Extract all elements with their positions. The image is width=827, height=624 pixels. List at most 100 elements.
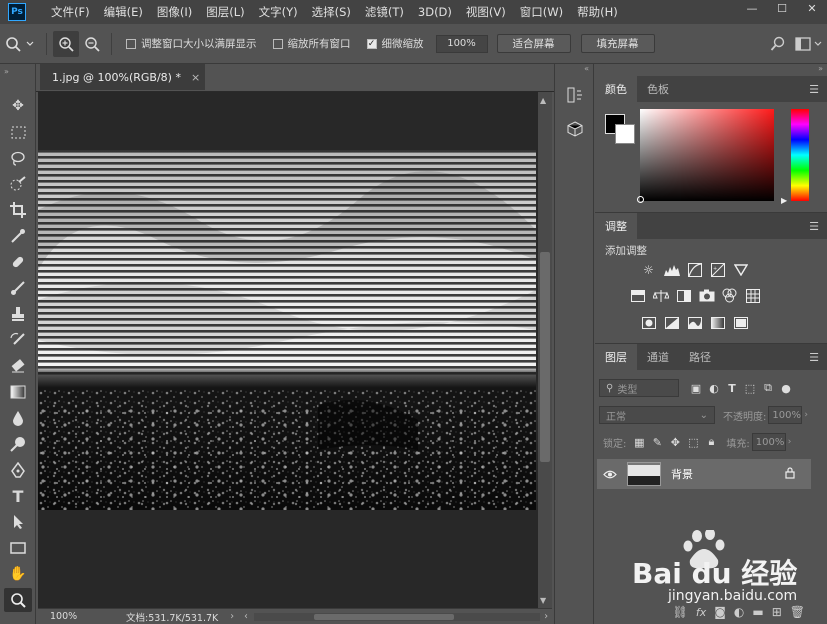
checkbox-checked-box[interactable]: ✓ <box>366 38 377 49</box>
zoom-tool-icon[interactable] <box>4 588 32 612</box>
panel-collapse-icon[interactable]: » <box>818 64 823 73</box>
workspace-switcher-button[interactable] <box>791 31 827 57</box>
history-brush-tool-icon[interactable] <box>4 328 32 352</box>
filter-toggle-icon[interactable]: ● <box>777 379 795 397</box>
history-panel-icon[interactable] <box>562 82 588 108</box>
maximize-button[interactable]: ☐ <box>770 0 794 16</box>
new-adjustment-layer-icon[interactable]: ◐ <box>734 605 744 619</box>
zoom-level[interactable]: 100% <box>50 611 110 622</box>
hand-tool-icon[interactable]: ✋ <box>4 562 32 586</box>
menu-layer[interactable]: 图层(L) <box>199 4 251 20</box>
eyedropper-tool-icon[interactable] <box>4 224 32 248</box>
vibrance-icon[interactable] <box>732 261 749 278</box>
opacity-dropdown-icon[interactable]: › <box>804 410 808 420</box>
levels-icon[interactable] <box>663 261 680 278</box>
tab-layers[interactable]: 图层 <box>595 344 637 370</box>
menu-3d[interactable]: 3D(D) <box>411 5 459 19</box>
blur-tool-icon[interactable] <box>4 406 32 430</box>
layer-style-fx-button[interactable]: fx <box>696 606 706 619</box>
zoom-in-button[interactable] <box>53 30 79 57</box>
status-menu-arrow-icon[interactable]: › <box>230 611 234 622</box>
posterize-icon[interactable] <box>663 314 680 331</box>
minimize-button[interactable]: — <box>740 0 764 16</box>
fill-screen-button[interactable]: 填充屏幕 <box>580 34 655 53</box>
new-group-folder-icon[interactable]: ▬ <box>752 605 763 619</box>
marquee-tool-icon[interactable] <box>4 120 32 144</box>
fit-screen-button[interactable]: 适合屏幕 <box>496 34 571 53</box>
menu-select[interactable]: 选择(S) <box>305 4 358 20</box>
saturation-value-picker[interactable] <box>640 109 774 201</box>
menu-view[interactable]: 视图(V) <box>459 4 513 20</box>
lasso-tool-icon[interactable] <box>4 146 32 170</box>
panel-menu-icon[interactable]: ☰ <box>809 220 819 233</box>
move-tool-icon[interactable]: ✥ <box>4 94 32 118</box>
panel-menu-icon[interactable]: ☰ <box>809 83 819 96</box>
zoom-percent-field[interactable]: 100% <box>435 34 488 53</box>
tab-swatches[interactable]: 色板 <box>637 76 679 102</box>
pen-tool-icon[interactable] <box>4 458 32 482</box>
scroll-up-arrow-icon[interactable]: ▲ <box>540 96 546 105</box>
resize-windows-checkbox[interactable]: 调整窗口大小以满屏显示 <box>126 36 257 51</box>
opacity-field[interactable]: 100% <box>768 406 803 424</box>
close-window-button[interactable]: ✕ <box>800 0 824 16</box>
filter-smart-object-icon[interactable]: ⧉ <box>759 379 777 397</box>
add-mask-icon[interactable]: ◙ <box>714 605 726 619</box>
eraser-tool-icon[interactable] <box>4 354 32 378</box>
layer-filter-select[interactable]: ⚲ 类型 <box>599 379 679 397</box>
document-image[interactable] <box>38 150 536 510</box>
invert-icon[interactable] <box>640 314 657 331</box>
menu-type[interactable]: 文字(Y) <box>252 4 305 20</box>
threshold-icon[interactable] <box>686 314 703 331</box>
tab-channels[interactable]: 通道 <box>637 344 679 370</box>
lock-position-icon[interactable]: ✥ <box>666 433 684 451</box>
photo-filter-icon[interactable] <box>698 287 715 304</box>
healing-brush-tool-icon[interactable] <box>4 250 32 274</box>
layer-row-background[interactable]: 背景 <box>597 459 811 489</box>
lock-image-pixels-icon[interactable]: ✎ <box>648 433 666 451</box>
background-color-swatch[interactable] <box>615 124 635 144</box>
menu-file[interactable]: 文件(F) <box>44 4 97 20</box>
scrubby-zoom-checkbox[interactable]: ✓ 细微缩放 <box>366 36 424 51</box>
panel-menu-icon[interactable]: ☰ <box>809 351 819 364</box>
link-layers-icon[interactable]: ⛓︎ <box>673 605 688 619</box>
curves-icon[interactable] <box>686 261 703 278</box>
zoom-tool-preset-button[interactable] <box>0 31 40 57</box>
type-tool-icon[interactable]: T <box>4 484 32 508</box>
hue-saturation-icon[interactable] <box>629 287 646 304</box>
lock-all-icon[interactable]: 🔒︎ <box>702 433 720 451</box>
horizontal-scrollbar[interactable] <box>253 612 541 621</box>
tab-color[interactable]: 颜色 <box>595 76 637 102</box>
toolbox-collapse-icon[interactable]: » <box>0 64 35 92</box>
brush-tool-icon[interactable] <box>4 276 32 300</box>
gradient-tool-icon[interactable] <box>4 380 32 404</box>
menu-help[interactable]: 帮助(H) <box>570 4 625 20</box>
hue-slider[interactable] <box>791 109 809 201</box>
filter-pixel-layer-icon[interactable]: ▣ <box>687 379 705 397</box>
layer-name[interactable]: 背景 <box>671 466 693 482</box>
color-lookup-icon[interactable] <box>744 287 761 304</box>
layer-lock-icon[interactable] <box>785 466 795 482</box>
horizontal-scrollbar-thumb[interactable] <box>313 613 454 620</box>
document-tab[interactable]: 1.jpg @ 100%(RGB/8) * × <box>40 64 205 90</box>
scroll-right-arrow-icon[interactable]: › <box>544 611 548 622</box>
vertical-scrollbar-thumb[interactable] <box>540 252 550 462</box>
menu-edit[interactable]: 编辑(E) <box>97 4 150 20</box>
zoom-all-windows-checkbox[interactable]: 缩放所有窗口 <box>272 36 351 51</box>
menu-window[interactable]: 窗口(W) <box>513 4 570 20</box>
filter-adjustment-layer-icon[interactable]: ◐ <box>705 379 723 397</box>
black-white-icon[interactable] <box>675 287 692 304</box>
lock-transparent-pixels-icon[interactable]: ▦ <box>630 433 648 451</box>
crop-tool-icon[interactable] <box>4 198 32 222</box>
tab-adjustments[interactable]: 调整 <box>595 213 637 239</box>
channel-mixer-icon[interactable] <box>721 287 738 304</box>
lock-artboard-icon[interactable]: ⬚ <box>684 433 702 451</box>
dock-expand-icon[interactable]: « <box>555 64 593 74</box>
fill-field[interactable]: 100% <box>751 433 786 451</box>
scroll-down-arrow-icon[interactable]: ▼ <box>540 596 546 605</box>
scroll-left-arrow-icon[interactable]: ‹ <box>244 611 248 622</box>
dodge-tool-icon[interactable] <box>4 432 32 456</box>
menu-image[interactable]: 图像(I) <box>150 4 199 20</box>
3d-panel-icon[interactable] <box>562 116 588 142</box>
exposure-icon[interactable]: + <box>709 261 726 278</box>
delete-layer-trash-icon[interactable]: 🗑︎ <box>790 605 805 619</box>
